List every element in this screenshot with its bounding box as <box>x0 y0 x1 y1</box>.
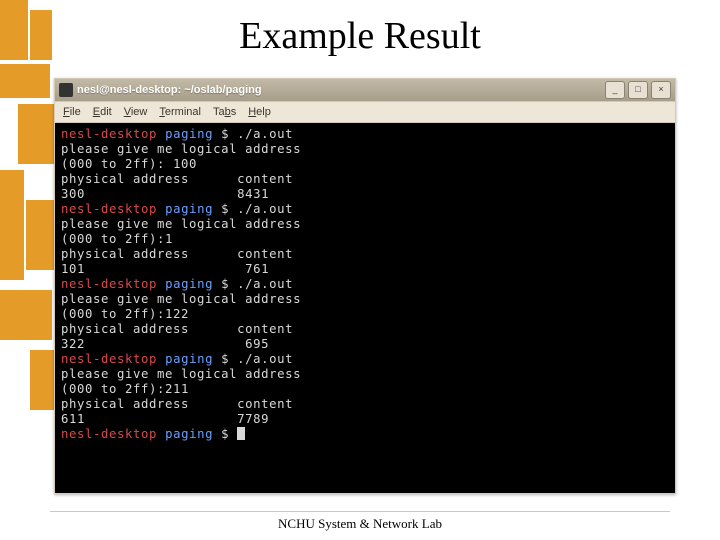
output-line: (000 to 2ff):122 <box>61 307 669 322</box>
footer-text: NCHU System & Network Lab <box>0 516 720 532</box>
output-line: (000 to 2ff):211 <box>61 382 669 397</box>
menu-help[interactable]: Help <box>248 106 271 118</box>
menu-tabs[interactable]: Tabs <box>213 106 236 118</box>
output-line: 322 695 <box>61 337 669 352</box>
menubar: File Edit View Terminal Tabs Help <box>55 101 675 123</box>
output-line: physical address content <box>61 172 669 187</box>
output-line: please give me logical address <box>61 292 669 307</box>
cursor <box>237 427 245 440</box>
prompt-line: nesl-desktop paging $ <box>61 427 669 442</box>
terminal-window: nesl@nesl-desktop: ~/oslab/paging _ □ × … <box>54 78 676 494</box>
footer-divider <box>50 511 670 512</box>
app-icon <box>59 83 73 97</box>
menu-edit[interactable]: Edit <box>93 106 112 118</box>
output-line: 611 7789 <box>61 412 669 427</box>
output-line: 101 761 <box>61 262 669 277</box>
prompt-line: nesl-desktop paging $ ./a.out <box>61 127 669 142</box>
output-line: (000 to 2ff): 100 <box>61 157 669 172</box>
window-title: nesl@nesl-desktop: ~/oslab/paging <box>77 84 262 96</box>
terminal-body[interactable]: nesl-desktop paging $ ./a.outplease give… <box>55 123 675 493</box>
maximize-button[interactable]: □ <box>628 81 648 99</box>
output-line: (000 to 2ff):1 <box>61 232 669 247</box>
output-line: physical address content <box>61 322 669 337</box>
output-line: physical address content <box>61 397 669 412</box>
output-line: please give me logical address <box>61 367 669 382</box>
close-button[interactable]: × <box>651 81 671 99</box>
slide-title: Example Result <box>0 0 720 58</box>
output-line: please give me logical address <box>61 217 669 232</box>
prompt-line: nesl-desktop paging $ ./a.out <box>61 202 669 217</box>
menu-view[interactable]: View <box>124 106 148 118</box>
menu-terminal[interactable]: Terminal <box>159 106 201 118</box>
output-line: please give me logical address <box>61 142 669 157</box>
prompt-line: nesl-desktop paging $ ./a.out <box>61 352 669 367</box>
output-line: physical address content <box>61 247 669 262</box>
minimize-button[interactable]: _ <box>605 81 625 99</box>
output-line: 300 8431 <box>61 187 669 202</box>
menu-file[interactable]: File <box>63 106 81 118</box>
window-titlebar: nesl@nesl-desktop: ~/oslab/paging _ □ × <box>55 79 675 101</box>
prompt-line: nesl-desktop paging $ ./a.out <box>61 277 669 292</box>
